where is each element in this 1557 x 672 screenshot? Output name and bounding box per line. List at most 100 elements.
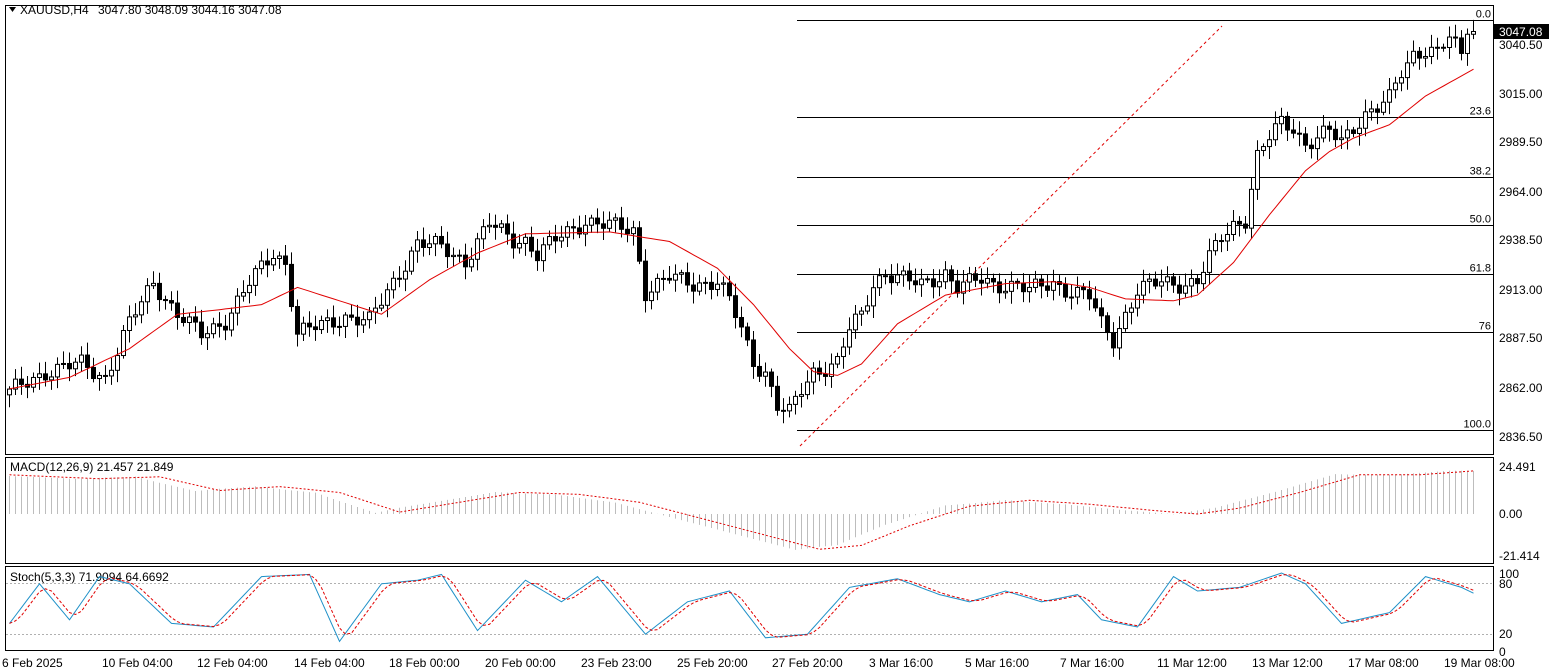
fib-level-label: 0.0 (1476, 9, 1491, 21)
candle-body-bearish (913, 280, 918, 286)
candle-body-bearish (331, 317, 336, 328)
candle-body-bullish (1411, 50, 1416, 64)
time-tick-14: 17 Mar 08:00 (1348, 656, 1419, 670)
candle-body-bullish (937, 281, 942, 288)
candle-body-bearish (1081, 286, 1086, 291)
candle-body-bullish (457, 254, 462, 257)
candle-body-bullish (871, 287, 876, 307)
candle-body-bearish (1417, 50, 1422, 59)
candle-body-bullish (1261, 146, 1266, 151)
time-tick-3: 14 Feb 04:00 (294, 656, 365, 670)
candle-body-bullish (115, 355, 120, 371)
candle-body-bearish (991, 277, 996, 283)
candle-body-bullish (805, 381, 810, 396)
candle-body-bullish (109, 369, 114, 377)
symbol-label: XAUUSD,H4 (20, 3, 89, 17)
candle-body-bullish (1273, 123, 1278, 141)
candle-body-bullish (679, 272, 684, 275)
candle-body-bearish (997, 281, 1002, 294)
candle-body-bullish (499, 223, 504, 228)
candle-body-bearish (955, 280, 960, 294)
price-chart[interactable]: XAUUSD,H4 3047.80 3048.09 3044.16 3047.0… (0, 0, 1557, 672)
candle-body-bullish (367, 311, 372, 321)
candle-body-bullish (661, 277, 666, 280)
candle-body-bearish (643, 260, 648, 302)
candle-body-bearish (169, 300, 174, 304)
candle-body-bullish (1405, 62, 1410, 79)
candle-body-bearish (1459, 37, 1464, 54)
candle-body-bullish (403, 270, 408, 280)
candle-body-bearish (1063, 283, 1068, 298)
macd-label: MACD(12,26,9) 21.457 21.849 (10, 460, 174, 474)
fib-level-label: 38.2 (1470, 166, 1491, 178)
candle-body-bearish (103, 374, 108, 377)
candle-body-bullish (673, 273, 678, 281)
candle-body-bullish (793, 395, 798, 405)
candle-body-bearish (907, 270, 912, 282)
candle-body-bullish (901, 270, 906, 276)
candle-body-bullish (325, 317, 330, 322)
candle-body-bearish (691, 284, 696, 292)
time-tick-9: 3 Mar 16:00 (869, 656, 933, 670)
candle-body-bullish (1339, 137, 1344, 141)
candle-body-bearish (751, 339, 756, 367)
time-tick-4: 18 Feb 00:00 (389, 656, 460, 670)
candle-body-bullish (385, 289, 390, 306)
candle-body-bullish (697, 282, 702, 292)
candle-body-bullish (715, 283, 720, 290)
candle-body-bullish (943, 269, 948, 283)
candle-body-bullish (277, 255, 282, 260)
candle-body-bullish (73, 361, 78, 370)
candle-body-bullish (61, 362, 66, 365)
candle-body-bearish (511, 233, 516, 249)
candle-body-bullish (1387, 89, 1392, 103)
candle-body-bullish (847, 329, 852, 348)
candle-body-bearish (571, 226, 576, 229)
candle-body-bearish (307, 322, 312, 328)
fib-level-label: 50.0 (1470, 214, 1491, 226)
fib-level-label: 61.8 (1470, 263, 1491, 275)
candle-body-bullish (409, 250, 414, 272)
candle-body-bullish (211, 323, 216, 335)
stoch-label: Stoch(5,3,3) 71.9094 64.6692 (10, 570, 169, 584)
candle-body-bullish (427, 243, 432, 248)
candle-body-bullish (241, 292, 246, 297)
candle-body-bullish (853, 313, 858, 331)
candle-body-bullish (475, 238, 480, 260)
fib-level-label: 23.6 (1470, 106, 1491, 118)
price-tick-1: 3015.00 (1499, 87, 1543, 101)
candle-body-bullish (1345, 129, 1350, 139)
candle-body-bearish (595, 217, 600, 225)
candle-body-bullish (1033, 278, 1038, 288)
candle-body-bearish (91, 366, 96, 380)
candle-body-bearish (295, 306, 300, 335)
candle-body-bearish (1099, 307, 1104, 317)
candle-body-bearish (1105, 315, 1110, 334)
candle-body-bearish (781, 409, 786, 412)
time-tick-0: 6 Feb 2025 (2, 656, 63, 670)
candle-body-bearish (1285, 115, 1290, 131)
candle-body-bullish (547, 236, 552, 246)
candle-body-bullish (1135, 294, 1140, 309)
candle-body-bearish (1153, 278, 1158, 287)
candle-body-bearish (757, 365, 762, 377)
candle-body-bullish (139, 301, 144, 316)
candle-body-bearish (739, 317, 744, 328)
candle-body-bullish (55, 363, 60, 378)
price-tick-4: 2938.50 (1499, 233, 1543, 247)
candle (409, 246, 414, 275)
candle-body-bearish (619, 217, 624, 230)
candle-body-bullish (541, 244, 546, 262)
candle-body-bullish (1255, 149, 1260, 190)
candle-body-bearish (223, 325, 228, 331)
candle-body-bullish (1315, 137, 1320, 150)
candle-body-bullish (1129, 307, 1134, 313)
candle-body-bearish (601, 223, 606, 229)
candle-body-bullish (589, 217, 594, 226)
candle-body-bullish (37, 373, 42, 378)
ohlc-label: 3047.80 3048.09 3044.16 3047.08 (98, 3, 282, 17)
candle-body-bullish (451, 254, 456, 258)
candle-body-bullish (379, 304, 384, 309)
candle-body-bullish (1363, 111, 1368, 129)
candle-body-bearish (733, 295, 738, 319)
